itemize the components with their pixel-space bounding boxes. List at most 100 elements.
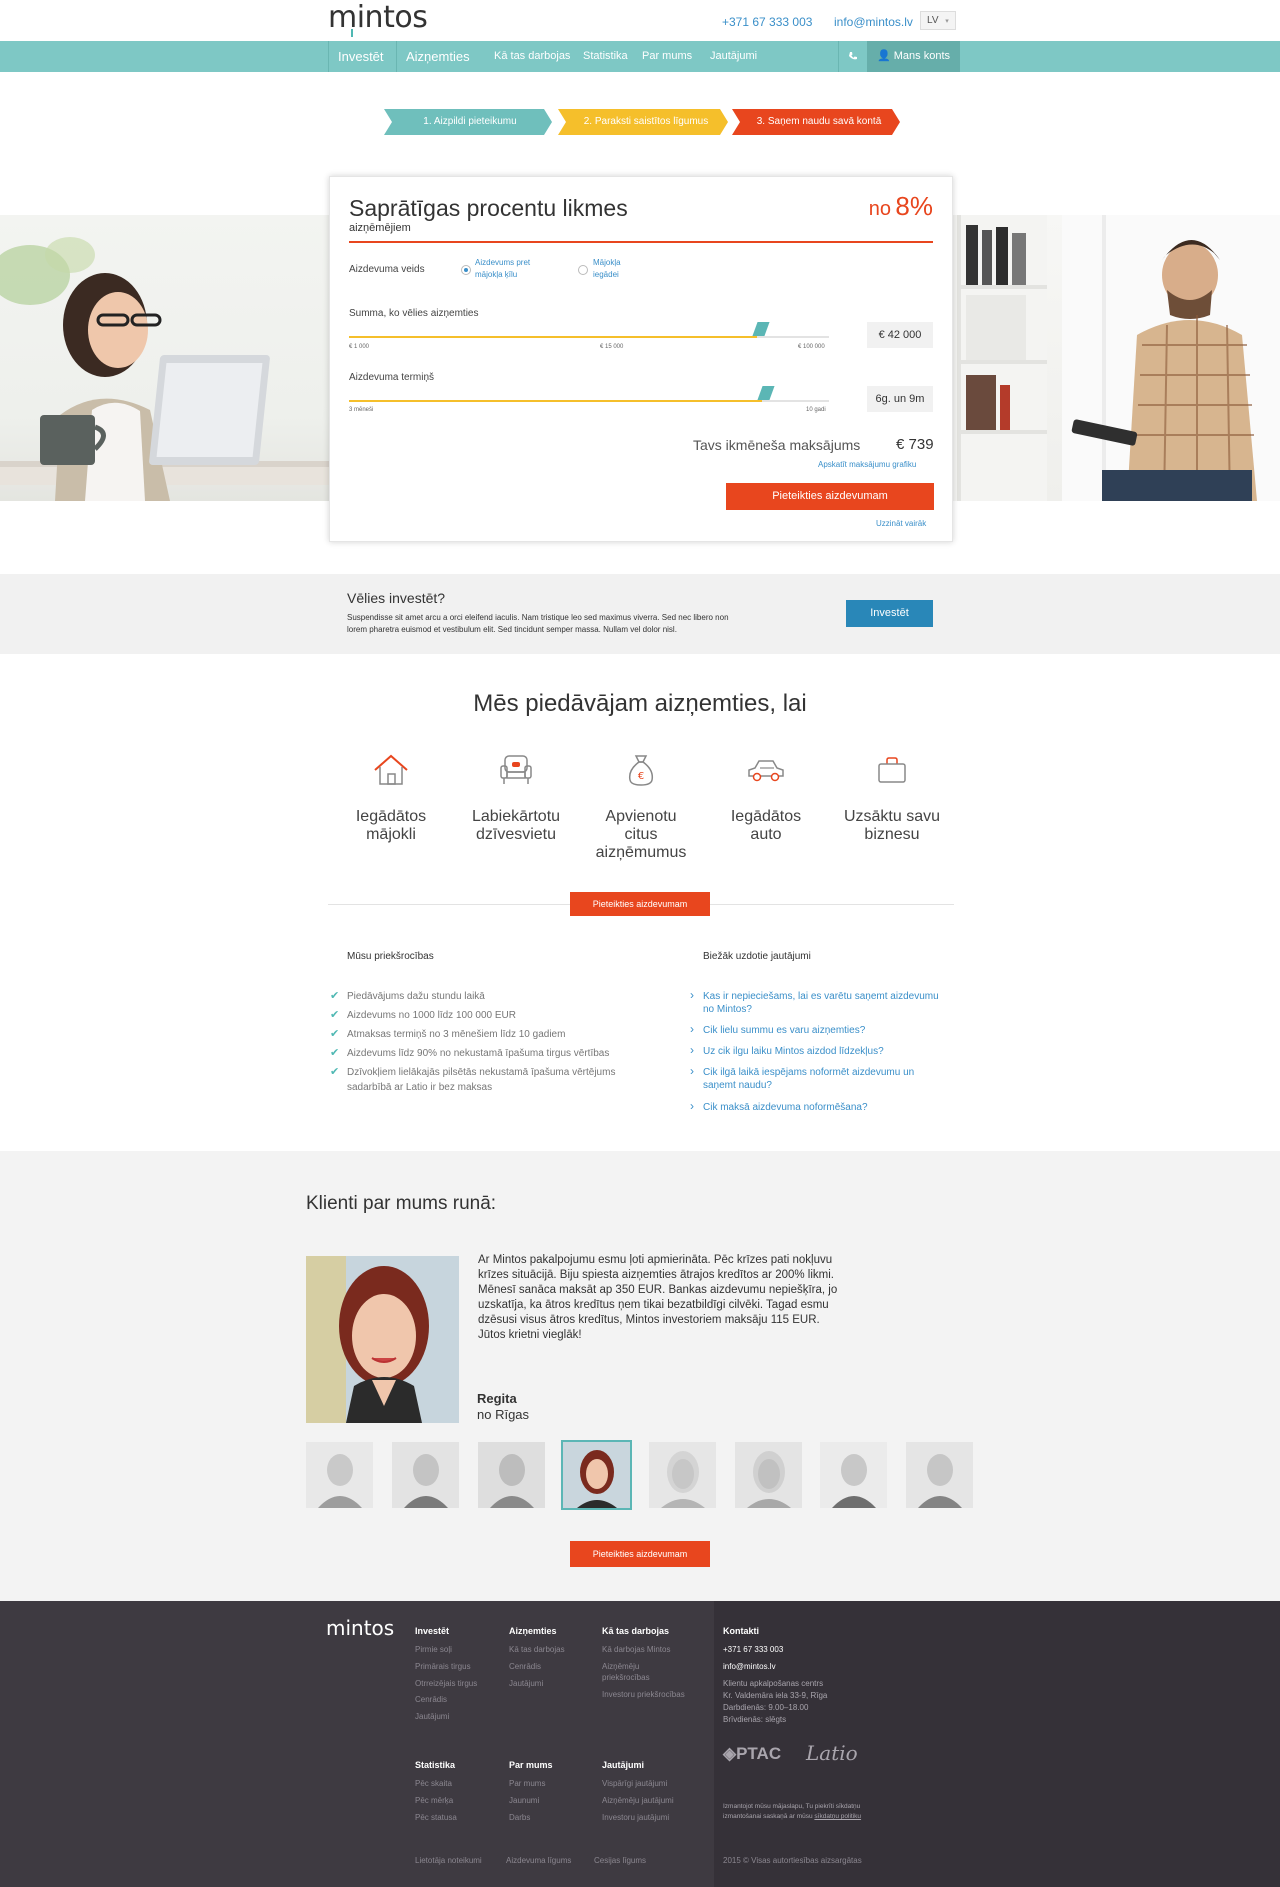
step-3: 3. Saņem naudu savā kontā (756, 116, 882, 127)
footer-link[interactable]: Cenrādis (415, 1695, 447, 1704)
logo[interactable]: mintos (328, 0, 428, 35)
footer-link[interactable]: Pirmie soļi (415, 1645, 452, 1654)
ptac-mark-icon: ◈ (723, 1744, 737, 1763)
nav-item-faq[interactable]: Jautājumi (710, 41, 757, 72)
step-2: 2. Paraksti saistītos līgumus (583, 116, 709, 127)
term-slider[interactable] (349, 386, 829, 402)
footer-link[interactable]: Otrreizējais tirgus (415, 1679, 477, 1688)
amount-slider-handle[interactable] (752, 322, 770, 336)
footer-link[interactable]: priekšrocības (602, 1673, 650, 1682)
ptac-logo[interactable]: ◈PTAC (723, 1744, 781, 1764)
footer-link[interactable]: Jautājumi (415, 1712, 449, 1721)
footer-link[interactable]: Cenrādis (509, 1662, 541, 1671)
offer-car: Iegādātos auto (730, 808, 802, 843)
faq-link-amount[interactable]: Cik lielu summu es varu aizņemties? (703, 1024, 865, 1037)
advantages-title: Mūsu priekšrocības (347, 951, 434, 962)
calculator-subtitle: aizņēmējiem (349, 222, 411, 234)
testimonial-quote: Ar Mintos pakalpojumu esmu ļoti apmierin… (478, 1254, 838, 1341)
cookie-policy-link[interactable]: sīkdatņu politiku (814, 1813, 861, 1820)
offers-apply-button[interactable]: Pieteikties aizdevumam (570, 892, 710, 916)
monthly-payment-label: Tavs ikmēneša maksājums (693, 437, 861, 453)
radio-home-purchase-label[interactable]: Mājokļa iegādei (593, 257, 643, 281)
amount-tick-min: € 1 000 (349, 344, 370, 350)
footer-link[interactable]: Aizņēmēju jautājumi (602, 1796, 674, 1805)
language-select[interactable]: LV ▾ (920, 11, 956, 30)
chevron-right-icon: › (690, 1043, 694, 1057)
monthly-payment-value: € 739 (896, 436, 934, 453)
testimonial-thumb[interactable] (820, 1442, 887, 1508)
nav-item-how-it-works[interactable]: Kā tas darbojas (494, 41, 570, 72)
faq-link-term[interactable]: Uz cik ilgu laiku Mintos aizdod līdzekļu… (703, 1045, 884, 1058)
check-icon: ✔ (330, 1047, 340, 1059)
faq-title: Biežāk uzdotie jautājumi (703, 951, 811, 962)
check-icon: ✔ (330, 1009, 340, 1021)
testimonial-thumb[interactable] (649, 1442, 716, 1508)
chevron-right-icon: › (690, 1099, 694, 1113)
check-icon: ✔ (330, 990, 340, 1002)
footer-loan-agreement-link[interactable]: Aizdevuma līgums (506, 1856, 571, 1865)
offer-business: Uzsāktu savu biznesu (843, 808, 941, 843)
nav-item-borrow[interactable]: Aizņemties (406, 41, 470, 72)
footer-col-faq-title: Jautājumi (602, 1760, 645, 1770)
testimonial-thumb[interactable] (735, 1442, 802, 1508)
title-divider (349, 241, 933, 243)
my-account-button[interactable]: 👤 Mans konts (867, 41, 961, 72)
footer-link[interactable]: Darbs (509, 1813, 530, 1822)
term-slider-handle[interactable] (757, 386, 775, 400)
footer-link[interactable]: Jaunumi (509, 1796, 539, 1805)
amount-value-field[interactable]: € 42 000 (867, 322, 933, 348)
nav-item-statistics[interactable]: Statistika (583, 41, 628, 72)
header-phone[interactable]: +371 67 333 003 (722, 15, 812, 29)
testimonials-apply-button[interactable]: Pieteikties aizdevumam (570, 1541, 710, 1567)
apply-loan-button[interactable]: Pieteikties aizdevumam (726, 483, 934, 510)
footer-link[interactable]: Pēc statusa (415, 1813, 457, 1822)
payment-schedule-link[interactable]: Apskatīt maksājumu grafiku (818, 460, 916, 469)
footer-link[interactable]: Kā darbojas Mintos (602, 1645, 670, 1654)
footer-col-borrow-title: Aizņemties (509, 1626, 557, 1636)
invest-text: Suspendisse sit amet arcu a orci eleifen… (347, 612, 827, 636)
footer-link[interactable]: Investoru priekšrocības (602, 1690, 685, 1699)
testimonial-thumb[interactable] (306, 1442, 373, 1508)
footer-link[interactable]: Vispārīgi jautājumi (602, 1779, 667, 1788)
amount-slider[interactable] (349, 322, 829, 338)
radio-mortgage-pledge[interactable] (461, 265, 471, 275)
footer-link[interactable]: Investoru jautājumi (602, 1813, 669, 1822)
nav-item-invest[interactable]: Investēt (338, 41, 384, 72)
footer-phone[interactable]: +371 67 333 003 (723, 1645, 783, 1654)
radio-mortgage-pledge-label[interactable]: Aizdevums pret mājokļa ķīlu (475, 257, 555, 281)
footer-col-invest-title: Investēt (415, 1626, 450, 1636)
testimonial-thumb[interactable] (478, 1442, 545, 1508)
term-tick-min: 3 mēneši (349, 407, 374, 413)
nav-item-about[interactable]: Par mums (642, 41, 692, 72)
latio-logo[interactable]: Latio (806, 1741, 858, 1765)
footer-link[interactable]: Pēc mērķa (415, 1796, 453, 1805)
testimonial-thumb[interactable] (392, 1442, 459, 1508)
phone-icon[interactable] (848, 41, 858, 72)
loan-calculator: Saprātīgas procentu likmes aizņēmējiem n… (329, 176, 953, 542)
footer-email[interactable]: info@mintos.lv (723, 1662, 776, 1671)
header-email[interactable]: info@mintos.lv (834, 15, 913, 29)
footer-link[interactable]: Pēc skaita (415, 1779, 452, 1788)
invest-button[interactable]: Investēt (846, 600, 933, 627)
advantage-item: Aizdevums no 1000 līdz 100 000 EUR (347, 1010, 516, 1021)
footer-link[interactable]: Primārais tirgus (415, 1662, 471, 1671)
footer-link[interactable]: Kā tas darbojas (509, 1645, 565, 1654)
radio-home-purchase[interactable] (578, 265, 588, 275)
testimonial-thumb-active[interactable] (561, 1440, 632, 1510)
term-label: Aizdevuma termiņš (349, 372, 435, 383)
language-value: LV (927, 15, 939, 26)
term-value-field[interactable]: 6g. un 9m (867, 386, 933, 412)
footer-terms-link[interactable]: Lietotāja noteikumi (415, 1856, 482, 1865)
chevron-right-icon: › (690, 1064, 694, 1078)
footer-link[interactable]: Aizņēmēju (602, 1662, 639, 1671)
footer-logo[interactable]: mintos (326, 1616, 394, 1640)
testimonial-thumb[interactable] (906, 1442, 973, 1508)
footer-copyright: 2015 © Visas autortiesības aizsargātas (723, 1856, 862, 1865)
footer-cession-link[interactable]: Cesijas līgums (594, 1856, 646, 1865)
faq-link-timing[interactable]: Cik ilgā laikā iespējams noformēt aizdev… (703, 1066, 914, 1092)
faq-link-cost[interactable]: Cik maksā aizdevuma noformēšana? (703, 1101, 868, 1114)
faq-link-requirements[interactable]: Kas ir nepieciešams, lai es varētu saņem… (703, 990, 939, 1016)
footer-link[interactable]: Par mums (509, 1779, 545, 1788)
footer-link[interactable]: Jautājumi (509, 1679, 543, 1688)
learn-more-link[interactable]: Uzzināt vairāk (876, 519, 926, 528)
